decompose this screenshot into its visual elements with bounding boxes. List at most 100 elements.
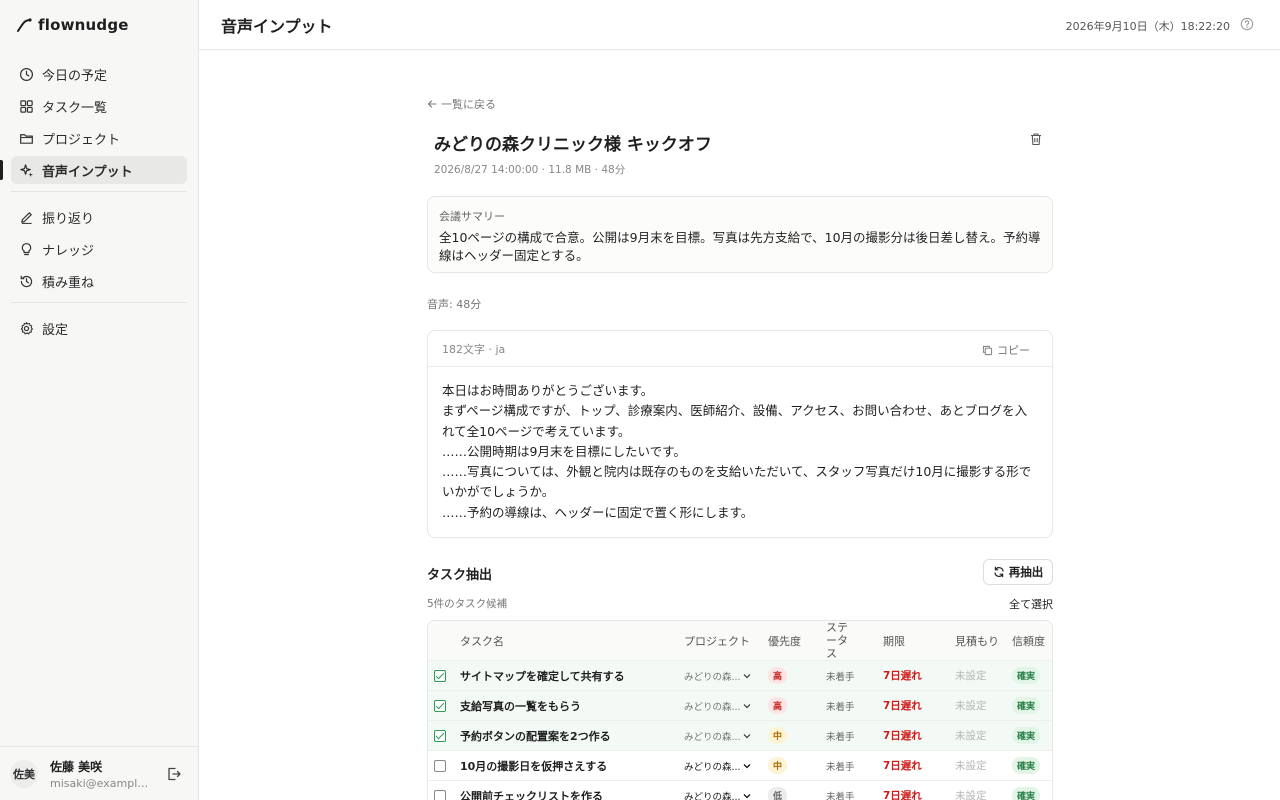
priority-badge[interactable]: 中	[768, 757, 788, 774]
sidebar-item-tasks[interactable]: タスク一覧	[11, 92, 187, 120]
column-header-estimate: 見積もり	[955, 634, 999, 648]
row-checkbox[interactable]	[434, 729, 446, 742]
gear-icon	[20, 321, 34, 334]
estimate-label[interactable]: 未設定	[955, 691, 987, 720]
estimate-label[interactable]: 未設定	[955, 661, 987, 690]
status-label[interactable]: 未着手	[826, 691, 855, 720]
transcript-line: 本日はお時間ありがとうございます。	[442, 383, 654, 398]
row-checkbox[interactable]	[434, 699, 446, 712]
task-name: サイトマップを確定して共有する	[460, 669, 625, 683]
due-label[interactable]: 7日遅れ	[883, 721, 922, 750]
history-icon	[20, 275, 33, 287]
estimate-label[interactable]: 未設定	[955, 781, 987, 800]
select-all-button[interactable]: 全て選択	[1009, 596, 1053, 612]
confidence-badge: 確実	[1012, 757, 1041, 774]
sidebar-item-voice-input[interactable]: 音声インプット	[0, 156, 187, 184]
priority-badge[interactable]: 高	[768, 697, 788, 714]
help-icon[interactable]	[1240, 17, 1254, 31]
back-link-label: 一覧に戻る	[441, 98, 496, 111]
status-label[interactable]: 未着手	[826, 751, 855, 780]
sidebar-item-review[interactable]: 振り返り	[11, 203, 187, 231]
column-header-priority: 優先度	[768, 634, 801, 648]
project-select-value: みどりの森...	[684, 791, 741, 800]
estimate-label[interactable]: 未設定	[955, 721, 987, 750]
lightbulb-icon	[21, 242, 32, 255]
sidebar-item-label: 今日の予定	[42, 68, 108, 84]
meeting-summary: 会議サマリー 全10ページの構成で合意。公開は9月末を目標。写真は先方支給で、1…	[427, 196, 1053, 273]
row-checkbox[interactable]	[434, 669, 446, 682]
chevron-down-icon	[743, 733, 750, 738]
confidence-badge: 確実	[1012, 787, 1041, 800]
trash-icon[interactable]	[1029, 132, 1043, 146]
recording-title: みどりの森クリニック様 キックオフ	[434, 135, 712, 155]
due-label[interactable]: 7日遅れ	[883, 751, 922, 780]
audio-duration: 音声: 48分	[427, 298, 482, 311]
folder-icon	[20, 133, 33, 144]
arrow-left-icon	[427, 100, 437, 108]
estimate-label[interactable]: 未設定	[955, 751, 987, 780]
priority-cell: 高	[768, 691, 788, 720]
status-label[interactable]: 未着手	[826, 721, 855, 750]
user-email: misaki@example.com	[50, 776, 150, 790]
task-name: 支給写真の一覧をもらう	[460, 699, 581, 713]
column-header-status: ステータス	[826, 621, 848, 660]
table-row[interactable]: 公開前チェックリストを作る みどりの森... 低 未着手 7日遅れ 未設定 確実	[428, 781, 1052, 800]
copy-button-label: コピー	[997, 344, 1030, 357]
pencil-icon	[21, 211, 32, 224]
row-checkbox[interactable]	[434, 789, 446, 800]
sidebar: flownudge 今日の予定 タスク一覧 プロジェクト 音声インプット 振り返…	[0, 0, 199, 800]
recording-meta: 2026/8/27 14:00:00 · 11.8 MB · 48分	[434, 164, 626, 176]
confidence-cell: 確実	[1012, 781, 1041, 800]
chevron-down-icon	[743, 763, 751, 768]
avatar[interactable]: 佐美	[10, 759, 38, 788]
priority-cell: 中	[768, 721, 788, 750]
brand[interactable]: flownudge	[0, 0, 198, 50]
row-checkbox[interactable]	[434, 759, 446, 772]
confidence-badge: 確実	[1012, 727, 1041, 744]
due-label[interactable]: 7日遅れ	[883, 661, 922, 690]
task-name: 10月の撮影日を仮押さえする	[460, 759, 608, 773]
project-select[interactable]: みどりの森...	[684, 661, 751, 690]
copy-button[interactable]: コピー	[982, 342, 1030, 358]
priority-badge[interactable]: 中	[768, 727, 788, 744]
column-header-name: タスク名	[460, 634, 504, 648]
user-info: 佐藤 美咲 misaki@example.com	[50, 758, 150, 790]
confidence-badge: 確実	[1012, 667, 1041, 684]
sidebar-item-today[interactable]: 今日の予定	[11, 60, 187, 88]
sidebar-item-accumulation[interactable]: 積み重ね	[11, 267, 187, 295]
row-checkbox-cell	[434, 661, 448, 690]
reextract-button[interactable]: 再抽出	[983, 559, 1053, 585]
project-select-value: みどりの森...	[684, 671, 741, 683]
project-select[interactable]: みどりの森...	[684, 721, 751, 750]
table-row[interactable]: 予約ボタンの配置案を2つ作る みどりの森... 中 未着手 7日遅れ 未設定 確…	[428, 721, 1052, 751]
status-label[interactable]: 未着手	[826, 781, 855, 800]
sidebar-item-projects[interactable]: プロジェクト	[11, 124, 187, 152]
sidebar-item-settings[interactable]: 設定	[11, 314, 187, 342]
back-link[interactable]: 一覧に戻る	[427, 96, 496, 112]
chevron-down-icon	[743, 673, 750, 678]
table-row[interactable]: 支給写真の一覧をもらう みどりの森... 高 未着手 7日遅れ 未設定 確実	[428, 691, 1052, 721]
due-label[interactable]: 7日遅れ	[883, 781, 922, 800]
project-select[interactable]: みどりの森...	[684, 691, 751, 720]
confidence-cell: 確実	[1012, 751, 1041, 780]
table-row[interactable]: サイトマップを確定して共有する みどりの森... 高 未着手 7日遅れ 未設定 …	[428, 661, 1052, 691]
status-label[interactable]: 未着手	[826, 661, 855, 690]
row-checkbox-cell	[434, 721, 448, 750]
column-header-confidence: 信頼度	[1012, 634, 1045, 648]
priority-cell: 低	[768, 781, 788, 800]
logout-icon[interactable]	[166, 766, 182, 782]
column-header-project: プロジェクト	[684, 634, 750, 648]
sidebar-item-knowledge[interactable]: ナレッジ	[11, 235, 187, 263]
priority-badge[interactable]: 低	[768, 787, 788, 800]
project-select-value: みどりの森...	[684, 701, 741, 713]
row-checkbox-cell	[434, 781, 448, 800]
due-label[interactable]: 7日遅れ	[883, 691, 922, 720]
priority-badge[interactable]: 高	[768, 667, 788, 684]
project-select[interactable]: みどりの森...	[684, 751, 751, 780]
top-header: 音声インプット 2026年9月10日（木）18:22:20	[199, 0, 1280, 50]
sparkle-icon	[20, 163, 34, 177]
column-header-due: 期限	[883, 634, 905, 648]
project-select[interactable]: みどりの森...	[684, 781, 751, 800]
sidebar-item-label: 音声インプット	[42, 164, 133, 180]
table-row[interactable]: 10月の撮影日を仮押さえする みどりの森... 中 未着手 7日遅れ 未設定 確…	[428, 751, 1052, 781]
